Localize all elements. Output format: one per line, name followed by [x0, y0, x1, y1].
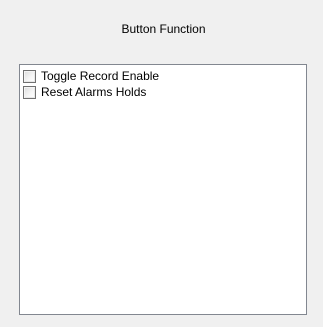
list-item-label: Toggle Record Enable — [41, 69, 160, 83]
button-function-header: Button Function — [0, 0, 323, 58]
list-item-reset-alarms-holds[interactable]: Reset Alarms Holds — [23, 84, 306, 100]
button-function-checklist[interactable]: Toggle Record Enable Reset Alarms Holds — [19, 64, 307, 315]
list-item-label: Reset Alarms Holds — [41, 85, 147, 99]
reset-alarms-holds-checkbox[interactable] — [23, 85, 36, 99]
header-title: Button Function — [121, 22, 206, 36]
toggle-record-enable-checkbox[interactable] — [23, 69, 36, 83]
list-item-toggle-record-enable[interactable]: Toggle Record Enable — [23, 68, 306, 84]
